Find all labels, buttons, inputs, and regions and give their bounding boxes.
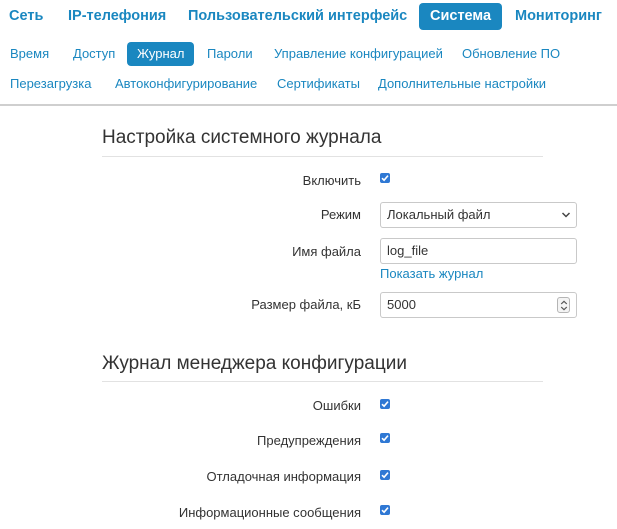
top-tab-ip-telephony[interactable]: IP-телефония (68, 3, 166, 30)
checkmark-icon (381, 472, 389, 479)
info-messages-label: Информационные сообщения (178, 505, 361, 520)
debug-info-label: Отладочная информация (206, 469, 361, 484)
sub-tab-config-management[interactable]: Управление конфигурацией (274, 42, 443, 66)
sub-tab-access[interactable]: Доступ (73, 42, 115, 66)
sub-tab-reboot[interactable]: Перезагрузка (10, 72, 91, 96)
filesize-label: Размер файла, кБ (251, 297, 361, 312)
filesize-input[interactable]: 5000 (380, 292, 577, 318)
top-tab-monitoring[interactable]: Мониторинг (515, 3, 602, 30)
top-tab-network[interactable]: Сеть (9, 3, 43, 30)
top-navigation: Сеть IP-телефония Пользовательский интер… (0, 0, 617, 34)
chevron-down-icon (561, 212, 571, 218)
mode-select[interactable]: Локальный файл (380, 202, 577, 228)
sub-tab-firmware-update[interactable]: Обновление ПО (462, 42, 560, 66)
debug-info-checkbox[interactable] (380, 470, 390, 480)
checkmark-icon (381, 435, 389, 442)
errors-checkbox[interactable] (380, 399, 390, 409)
top-tab-user-interface[interactable]: Пользовательский интерфейс (188, 3, 407, 30)
warnings-label: Предупреждения (257, 433, 361, 448)
checkmark-icon (381, 401, 389, 408)
sub-tab-certificates[interactable]: Сертификаты (277, 72, 360, 96)
filename-input[interactable]: log_file (380, 238, 577, 264)
config-log-section-title: Журнал менеджера конфигурации (102, 353, 407, 374)
enable-checkbox[interactable] (380, 173, 390, 183)
syslog-section-title: Настройка системного журнала (102, 127, 382, 148)
checkmark-icon (381, 507, 389, 514)
sub-tab-autoprovisioning[interactable]: Автоконфигурирование (115, 72, 257, 96)
sub-tab-log[interactable]: Журнал (127, 42, 195, 66)
spinner-arrows-icon[interactable] (557, 297, 570, 313)
filesize-input-value: 5000 (387, 297, 416, 312)
errors-label: Ошибки (312, 398, 361, 413)
nav-divider (0, 104, 617, 106)
top-tab-system[interactable]: Система (419, 3, 503, 30)
sub-tab-time[interactable]: Время (10, 42, 49, 66)
enable-label: Включить (302, 173, 361, 188)
info-messages-checkbox[interactable] (380, 505, 390, 515)
filename-label: Имя файла (292, 244, 361, 259)
syslog-section-divider (102, 156, 543, 157)
mode-label: Режим (320, 207, 361, 222)
warnings-checkbox[interactable] (380, 433, 390, 443)
checkmark-icon (381, 175, 389, 182)
show-log-link[interactable]: Показать журнал (380, 266, 483, 281)
sub-tab-passwords[interactable]: Пароли (207, 42, 253, 66)
sub-tab-advanced-settings[interactable]: Дополнительные настройки (378, 72, 546, 96)
filename-input-value: log_file (387, 243, 429, 258)
config-log-section-divider (102, 381, 543, 382)
mode-select-value: Локальный файл (387, 207, 491, 222)
